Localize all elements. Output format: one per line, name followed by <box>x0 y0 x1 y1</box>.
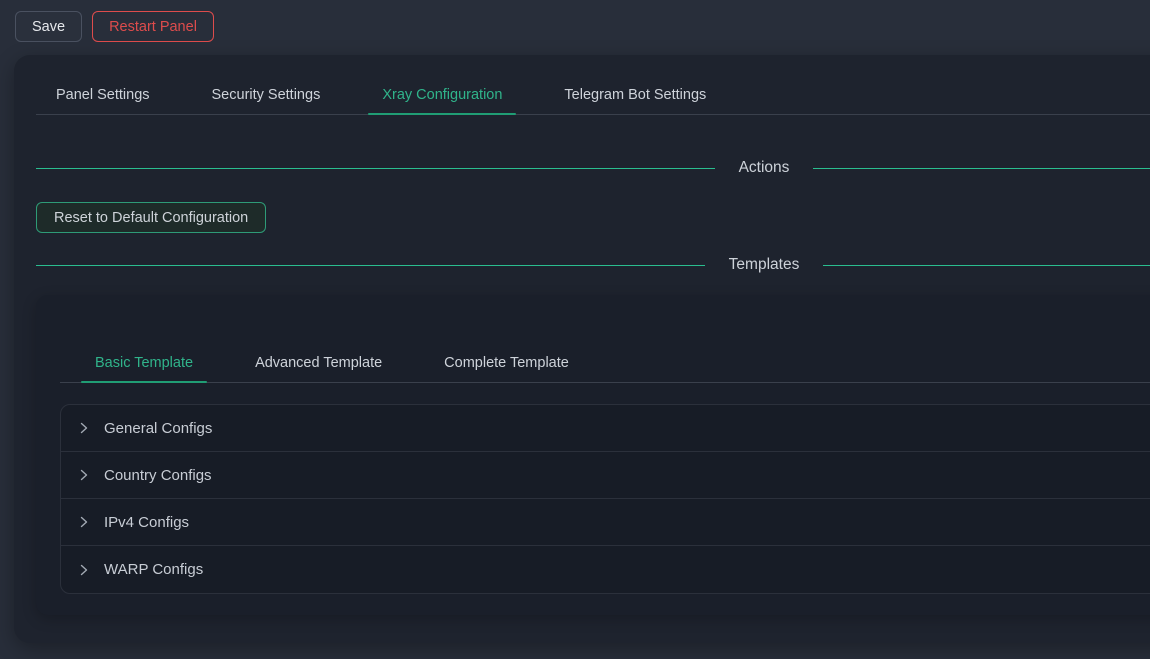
actions-divider: Actions <box>36 157 1150 179</box>
chevron-right-icon <box>78 422 90 434</box>
templates-tabbar: Basic Template Advanced Template Complet… <box>60 343 1150 383</box>
settings-card: Panel Settings Security Settings Xray Co… <box>14 55 1150 643</box>
templates-divider: Templates <box>36 254 1150 276</box>
accordion-label: WARP Configs <box>104 561 203 578</box>
tab-content: Actions Reset to Default Configuration T… <box>14 157 1150 615</box>
accordion-label: IPv4 Configs <box>104 514 189 531</box>
accordion-label: Country Configs <box>104 467 212 484</box>
accordion-general-configs[interactable]: General Configs <box>61 405 1150 452</box>
tab-complete-template[interactable]: Complete Template <box>430 343 583 382</box>
tab-panel-settings[interactable]: Panel Settings <box>42 75 164 114</box>
topbar: Save Restart Panel <box>0 0 1150 55</box>
tab-advanced-template[interactable]: Advanced Template <box>241 343 396 382</box>
chevron-right-icon <box>78 469 90 481</box>
reset-default-config-button[interactable]: Reset to Default Configuration <box>36 202 266 233</box>
actions-row: Reset to Default Configuration <box>36 202 1150 233</box>
tab-basic-template[interactable]: Basic Template <box>81 343 207 382</box>
templates-divider-title: Templates <box>729 256 800 274</box>
chevron-right-icon <box>78 516 90 528</box>
chevron-right-icon <box>78 564 90 576</box>
accordion-country-configs[interactable]: Country Configs <box>61 452 1150 499</box>
templates-card: Basic Template Advanced Template Complet… <box>36 295 1150 615</box>
accordion-ipv4-configs[interactable]: IPv4 Configs <box>61 499 1150 546</box>
divider-line <box>36 265 705 266</box>
accordion-warp-configs[interactable]: WARP Configs <box>61 546 1150 593</box>
save-button[interactable]: Save <box>15 11 82 42</box>
settings-tabbar: Panel Settings Security Settings Xray Co… <box>36 75 1150 115</box>
page: Save Restart Panel Panel Settings Securi… <box>0 0 1150 659</box>
restart-panel-button[interactable]: Restart Panel <box>92 11 214 42</box>
accordion-label: General Configs <box>104 420 212 437</box>
divider-line <box>813 168 1150 169</box>
tab-security-settings[interactable]: Security Settings <box>198 75 335 114</box>
tab-telegram-bot-settings[interactable]: Telegram Bot Settings <box>550 75 720 114</box>
divider-line <box>823 265 1150 266</box>
configs-accordion: General Configs Country Configs IPv4 Con… <box>60 404 1150 594</box>
divider-line <box>36 168 715 169</box>
tab-xray-configuration[interactable]: Xray Configuration <box>368 75 516 114</box>
actions-divider-title: Actions <box>739 159 790 177</box>
